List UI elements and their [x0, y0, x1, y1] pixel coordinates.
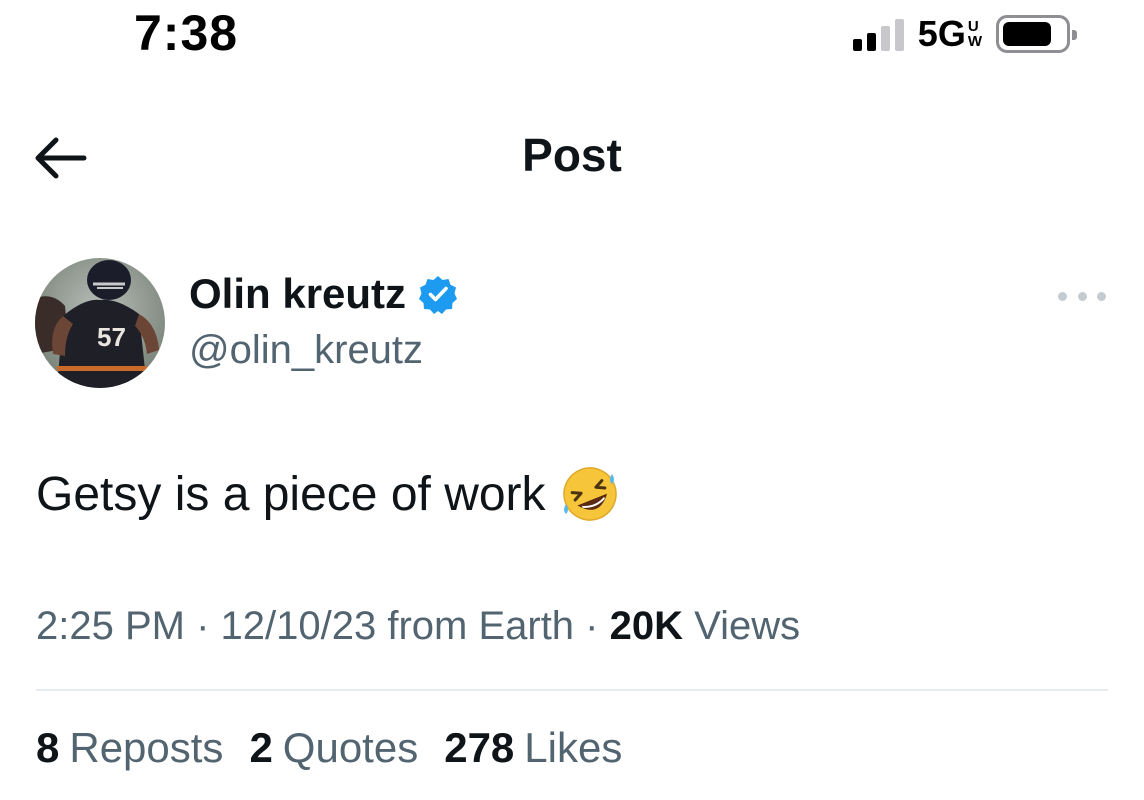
- status-time: 7:38: [134, 5, 239, 61]
- page-title: Post: [522, 129, 622, 181]
- network-indicator: 5G U W: [918, 13, 982, 55]
- quotes-count: 2: [249, 724, 273, 771]
- network-label: 5G: [917, 13, 966, 54]
- battery-icon: [996, 15, 1077, 53]
- post-time: 2:25 PM: [36, 604, 185, 648]
- post-date: 12/10/23: [220, 604, 377, 648]
- author-name[interactable]: Olin kreutz: [189, 270, 406, 318]
- avatar-image: 57: [35, 258, 165, 388]
- meta-separator: ·: [574, 604, 610, 648]
- reposts-count: 8: [36, 724, 60, 771]
- views-count[interactable]: 20K: [610, 604, 683, 648]
- rolling-laughing-emoji-icon: [562, 467, 617, 521]
- signal-strength-icon: [852, 17, 904, 51]
- likes-stat[interactable]: 278 Likes: [444, 724, 622, 772]
- more-dot-icon: [1058, 291, 1067, 301]
- more-options-button[interactable]: [1058, 282, 1106, 310]
- more-dot-icon: [1097, 291, 1106, 301]
- likes-count: 278: [444, 724, 515, 771]
- more-dot-icon: [1077, 291, 1087, 301]
- divider: [36, 689, 1108, 691]
- status-indicators: 5G U W: [852, 12, 1077, 56]
- author-handle[interactable]: @olin_kreutz: [189, 328, 423, 373]
- post-location: from Earth: [376, 604, 575, 648]
- reposts-stat[interactable]: 8 Reposts: [36, 724, 223, 772]
- post-body: Getsy is a piece of work: [36, 464, 620, 524]
- network-suffix-top: U: [967, 18, 979, 35]
- quotes-stat[interactable]: 2 Quotes: [249, 724, 418, 772]
- battery-level: [1003, 22, 1051, 46]
- post-text: Getsy is a piece of work: [36, 467, 546, 521]
- avatar[interactable]: 57: [35, 258, 165, 388]
- svg-text:57: 57: [97, 322, 126, 352]
- likes-label: Likes: [524, 724, 623, 771]
- quotes-label: Quotes: [282, 724, 419, 771]
- reposts-label: Reposts: [69, 724, 224, 771]
- verified-badge-icon: [419, 276, 458, 314]
- engagement-stats: 8 Reposts 2 Quotes 278 Likes: [36, 724, 622, 772]
- views-label[interactable]: Views: [683, 604, 800, 648]
- meta-separator: ·: [184, 604, 221, 648]
- post-meta: 2:25 PM · 12/10/23 from Earth · 20K View…: [36, 604, 800, 649]
- network-suffix-bottom: W: [967, 33, 982, 50]
